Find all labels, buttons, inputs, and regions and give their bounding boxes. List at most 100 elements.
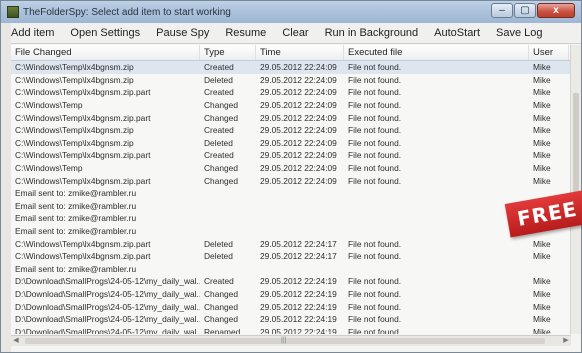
app-window: TheFolderSpy: Select add item to start w… <box>0 0 582 353</box>
menu-run-in-background[interactable]: Run in Background <box>317 27 427 39</box>
cell-executed-file: File not found. <box>348 87 402 98</box>
table-row[interactable]: D:\Download\SmallProgs\24-05-12\my_daily… <box>11 300 571 313</box>
cell-user: Mike <box>533 251 551 262</box>
cell-executed-file: File not found. <box>348 326 402 334</box>
menu-autostart[interactable]: AutoStart <box>426 27 488 39</box>
app-icon <box>7 6 19 18</box>
maximize-button[interactable]: ▢ <box>514 3 536 18</box>
cell-type: Changed <box>204 100 238 111</box>
minimize-button[interactable]: – <box>491 3 513 18</box>
cell-type: Deleted <box>204 74 233 85</box>
menu-open-settings[interactable]: Open Settings <box>62 27 148 39</box>
cell-executed-file: File not found. <box>348 314 402 325</box>
column-header-time[interactable]: Time <box>256 45 344 60</box>
cell-time: 29.05.2012 22:24:19 <box>260 326 337 334</box>
cell-user: Mike <box>533 137 551 148</box>
cell-time: 29.05.2012 22:24:09 <box>260 150 337 161</box>
menu-save-log[interactable]: Save Log <box>488 27 550 39</box>
cell-time: 29.05.2012 22:24:19 <box>260 314 337 325</box>
table-row[interactable]: C:\Windows\Temp\lx4bgnsm.zip Created 29.05… <box>11 61 571 74</box>
cell-file-changed: C:\Windows\Temp\lx4bgnsm.zip <box>15 125 134 136</box>
title-bar[interactable]: TheFolderSpy: Select add item to start w… <box>1 1 581 23</box>
column-header-type[interactable]: Type <box>200 45 256 60</box>
table-body: C:\Windows\Temp\lx4bgnsm.zip Created 29.05… <box>11 61 571 334</box>
cell-type: Changed <box>204 112 238 123</box>
table-row[interactable]: D:\Download\SmallProgs\24-05-12\my_daily… <box>11 288 571 301</box>
cell-type: Changed <box>204 314 238 325</box>
cell-type: Renamed <box>204 326 241 334</box>
table-row[interactable]: D:\Download\SmallProgs\24-05-12\my_daily… <box>11 275 571 288</box>
cell-user: Mike <box>533 301 551 312</box>
cell-user: Mike <box>533 62 551 73</box>
menu-add-item[interactable]: Add item <box>3 27 62 39</box>
cell-type: Changed <box>204 163 238 174</box>
table-row[interactable]: Email sent to: zmike@rambler.ru <box>11 263 571 276</box>
cell-user: Mike <box>533 276 551 287</box>
cell-user: Mike <box>533 125 551 136</box>
table-row[interactable]: C:\Windows\Temp\lx4bgnsm.zip.part Changed… <box>11 174 571 187</box>
table-row[interactable]: D:\Download\SmallProgs\24-05-12\my_daily… <box>11 325 571 334</box>
horizontal-scrollbar[interactable]: ◀ ||| ▶ <box>11 335 571 346</box>
cell-file-changed: D:\Download\SmallProgs\24-05-12\my_daily… <box>15 288 200 299</box>
cell-time: 29.05.2012 22:24:09 <box>260 137 337 148</box>
cell-file-changed: C:\Windows\Temp\lx4bgnsm.zip <box>15 137 134 148</box>
cell-file-changed: C:\Windows\Temp\lx4bgnsm.zip <box>15 62 134 73</box>
menu-resume[interactable]: Resume <box>217 27 274 39</box>
cell-type: Changed <box>204 288 238 299</box>
window-controls: – ▢ x <box>491 3 575 18</box>
cell-file-changed: D:\Download\SmallProgs\24-05-12\my_daily… <box>15 326 200 334</box>
cell-time: 29.05.2012 22:24:09 <box>260 62 337 73</box>
table-row[interactable]: C:\Windows\Temp\lx4bgnsm.zip.part Changed… <box>11 111 571 124</box>
column-header-file-changed[interactable]: File Changed <box>11 45 200 60</box>
table-row[interactable]: Email sent to: zmike@rambler.ru <box>11 212 571 225</box>
table-row[interactable]: C:\Windows\Temp\lx4bgnsm.zip.part Created… <box>11 149 571 162</box>
table-row[interactable]: D:\Download\SmallProgs\24-05-12\my_daily… <box>11 313 571 326</box>
cell-executed-file: File not found. <box>348 74 402 85</box>
cell-file-changed: Email sent to: zmike@rambler.ru <box>15 200 137 211</box>
table-row[interactable]: C:\Windows\Temp\lx4bgnsm.zip Created 29.05… <box>11 124 571 137</box>
cell-file-changed: D:\Download\SmallProgs\24-05-12\my_daily… <box>15 301 200 312</box>
cell-file-changed: C:\Windows\Temp\lx4bgnsm.zip.part <box>15 112 151 123</box>
cell-type: Created <box>204 125 234 136</box>
cell-type: Created <box>204 150 234 161</box>
menu-bar: Add item Open Settings Pause Spy Resume … <box>1 23 581 44</box>
table-row[interactable]: C:\Windows\Temp\lx4bgnsm.zip.part Deleted… <box>11 250 571 263</box>
table-header: File Changed Type Time Executed file Use… <box>11 45 571 61</box>
cell-user: Mike <box>533 150 551 161</box>
scroll-grip-icon: ||| <box>281 337 287 344</box>
table-row[interactable]: C:\Windows\Temp\lx4bgnsm.zip Deleted 29.05… <box>11 137 571 150</box>
table-row[interactable]: C:\Windows\Temp Changed 29.05.2012 22:24:0… <box>11 162 571 175</box>
scroll-left-arrow-icon[interactable]: ◀ <box>11 336 21 346</box>
table-row[interactable]: C:\Windows\Temp Changed 29.05.2012 22:24:0… <box>11 99 571 112</box>
cell-executed-file: File not found. <box>348 175 402 186</box>
column-header-user[interactable]: User <box>529 45 569 60</box>
table-row[interactable]: Email sent to: zmike@rambler.ru <box>11 187 571 200</box>
menu-clear[interactable]: Clear <box>274 27 316 39</box>
cell-time: 29.05.2012 22:24:09 <box>260 112 337 123</box>
cell-file-changed: D:\Download\SmallProgs\24-05-12\my_daily… <box>15 314 200 325</box>
table-row[interactable]: Email sent to: zmike@rambler.ru <box>11 225 571 238</box>
menu-pause-spy[interactable]: Pause Spy <box>148 27 217 39</box>
cell-file-changed: C:\Windows\Temp\lx4bgnsm.zip.part <box>15 251 151 262</box>
vertical-scrollbar[interactable] <box>570 45 581 334</box>
table-row[interactable]: C:\Windows\Temp\lx4bgnsm.zip Deleted 29.05… <box>11 74 571 87</box>
table-row[interactable]: Email sent to: zmike@rambler.ru <box>11 200 571 213</box>
cell-time: 29.05.2012 22:24:09 <box>260 87 337 98</box>
table-row[interactable]: C:\Windows\Temp\lx4bgnsm.zip.part Deleted… <box>11 237 571 250</box>
cell-user: Mike <box>533 163 551 174</box>
table-row[interactable]: C:\Windows\Temp\lx4bgnsm.zip.part Created… <box>11 86 571 99</box>
cell-type: Changed <box>204 175 238 186</box>
cell-executed-file: File not found. <box>348 150 402 161</box>
column-header-executed-file[interactable]: Executed file <box>344 45 529 60</box>
cell-time: 29.05.2012 22:24:19 <box>260 301 337 312</box>
cell-user: Mike <box>533 87 551 98</box>
cell-time: 29.05.2012 22:24:09 <box>260 175 337 186</box>
cell-type: Deleted <box>204 238 233 249</box>
close-button[interactable]: x <box>537 3 575 18</box>
cell-file-changed: D:\Download\SmallProgs\24-05-12\my_daily… <box>15 276 200 287</box>
scroll-right-arrow-icon[interactable]: ▶ <box>561 336 571 346</box>
cell-file-changed: C:\Windows\Temp <box>15 163 83 174</box>
cell-type: Deleted <box>204 251 233 262</box>
cell-user: Mike <box>533 326 551 334</box>
cell-executed-file: File not found. <box>348 251 402 262</box>
